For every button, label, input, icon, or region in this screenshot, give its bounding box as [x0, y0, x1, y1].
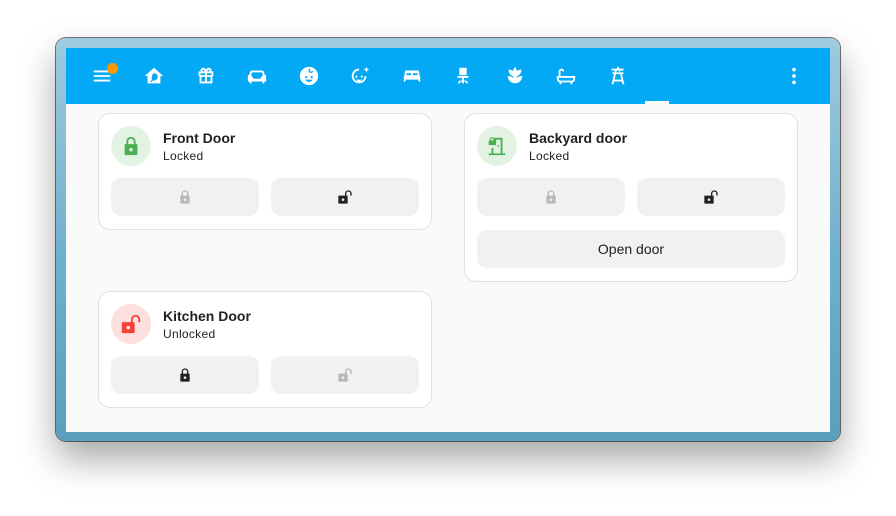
home-leaf-icon[interactable]	[138, 60, 170, 92]
entity-state: Unlocked	[163, 327, 216, 341]
lock-icon	[180, 190, 190, 204]
unlock-button[interactable]	[271, 356, 419, 394]
entity-state: Locked	[529, 149, 570, 163]
door-closed-lock-icon[interactable]	[477, 126, 517, 166]
gift-icon[interactable]	[190, 60, 222, 92]
toolbar	[66, 48, 830, 104]
desk-chair-icon[interactable]	[447, 60, 479, 92]
lock-icon	[546, 190, 556, 204]
backyard-door-card: Backyard door Locked Open door	[464, 113, 798, 282]
lock-button[interactable]	[111, 356, 259, 394]
window-frame: Front Door Locked Backyard door Locked O…	[56, 38, 840, 441]
front-door-card: Front Door Locked	[98, 113, 432, 230]
open-door-label: Open door	[597, 241, 665, 257]
kitchen-door-card: Kitchen Door Unlocked	[98, 291, 432, 408]
lock-icon	[180, 368, 190, 382]
entity-name: Front Door	[163, 130, 236, 146]
lock-button[interactable]	[111, 178, 259, 216]
entity-name: Backyard door	[529, 130, 628, 146]
lock-button[interactable]	[477, 178, 625, 216]
flower-icon[interactable]	[499, 60, 531, 92]
bathtub-icon[interactable]	[550, 60, 582, 92]
lock-open-icon	[338, 368, 352, 382]
active-tab-indicator	[645, 101, 669, 104]
baby-face-icon[interactable]	[293, 60, 325, 92]
transmission-tower-icon[interactable]	[602, 60, 634, 92]
unlock-button[interactable]	[637, 178, 785, 216]
face-sparkle-icon[interactable]	[344, 60, 376, 92]
lock-icon[interactable]	[111, 126, 151, 166]
lock-open-icon	[338, 190, 352, 204]
entity-state: Locked	[163, 149, 204, 163]
lock-open-icon	[704, 190, 718, 204]
unlock-button[interactable]	[271, 178, 419, 216]
dashboard-app: Front Door Locked Backyard door Locked O…	[66, 48, 830, 432]
notification-badge	[107, 63, 118, 74]
lock-open-icon[interactable]	[111, 304, 151, 344]
more-vert-icon[interactable]	[778, 60, 810, 92]
entity-name: Kitchen Door	[163, 308, 251, 324]
sofa-icon[interactable]	[241, 60, 273, 92]
bed-icon[interactable]	[396, 60, 428, 92]
open-door-button[interactable]: Open door	[477, 230, 785, 268]
